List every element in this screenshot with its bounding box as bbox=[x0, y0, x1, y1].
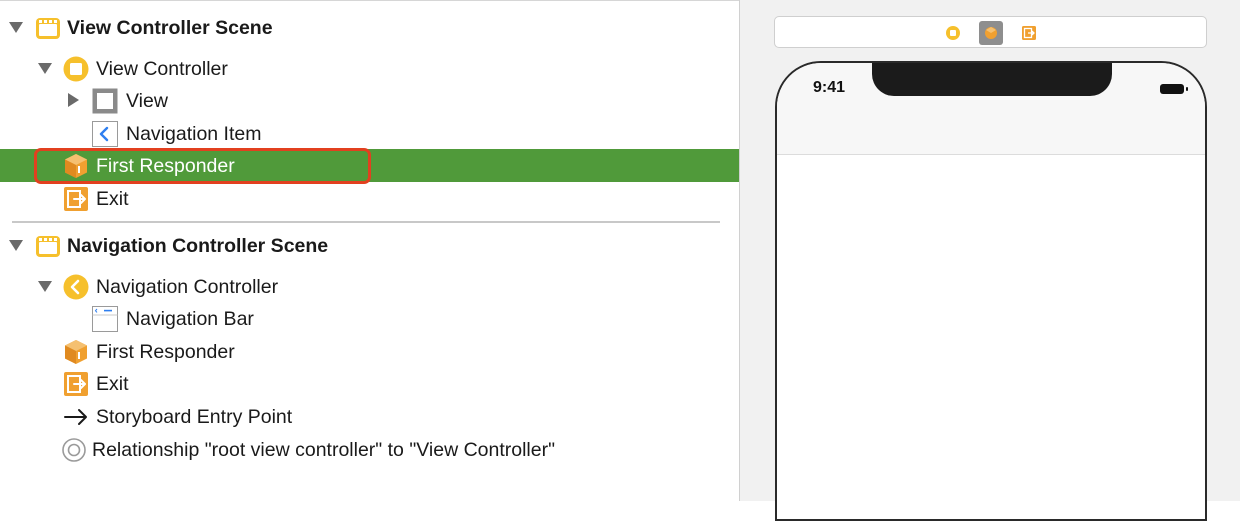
view-icon bbox=[92, 88, 118, 114]
iphone-frame[interactable]: 9:41 bbox=[775, 61, 1207, 521]
exit-icon[interactable] bbox=[1019, 23, 1039, 43]
outline-label: First Responder bbox=[96, 341, 235, 363]
outline-label: Exit bbox=[96, 373, 129, 395]
first-responder-icon bbox=[63, 339, 89, 365]
outline-label: Exit bbox=[96, 188, 129, 210]
relationship-icon bbox=[61, 437, 87, 463]
storyboard-canvas[interactable]: 9:41 bbox=[739, 0, 1240, 521]
outline-row-storyboard-entry-point[interactable]: Storyboard Entry Point bbox=[0, 400, 739, 433]
scene-divider bbox=[12, 221, 720, 223]
outline-row-navigation-bar[interactable]: Navigation Bar bbox=[0, 302, 739, 335]
outline-label: Navigation Bar bbox=[126, 308, 254, 330]
outline-label: Navigation Controller Scene bbox=[67, 235, 329, 257]
outline-row-view-controller[interactable]: View Controller bbox=[0, 52, 739, 85]
exit-icon bbox=[63, 186, 89, 212]
outline-label: View Controller Scene bbox=[67, 17, 273, 39]
battery-icon bbox=[1160, 84, 1188, 94]
document-outline: View Controller Scene View Controller Vi… bbox=[0, 0, 739, 501]
outline-row-view[interactable]: View bbox=[0, 84, 739, 117]
scene-icon bbox=[35, 233, 61, 259]
outline-row-relationship[interactable]: Relationship "root view controller" to "… bbox=[0, 433, 739, 466]
outline-row-navigation-item[interactable]: Navigation Item bbox=[0, 117, 739, 150]
scene-dock-bar[interactable] bbox=[774, 16, 1207, 48]
outline-label: View bbox=[126, 90, 168, 112]
outline-label: Navigation Controller bbox=[96, 276, 279, 298]
navigation-controller-icon bbox=[63, 274, 89, 300]
status-bar-time: 9:41 bbox=[813, 79, 846, 96]
phone-notch bbox=[872, 63, 1112, 96]
outline-label: Relationship "root view controller" to "… bbox=[92, 439, 556, 461]
outline-row-exit-2[interactable]: Exit bbox=[0, 367, 739, 400]
disclosure-down-icon[interactable] bbox=[38, 63, 52, 74]
outline-row-view-controller-scene[interactable]: View Controller Scene bbox=[0, 11, 739, 44]
scene-icon bbox=[35, 15, 61, 41]
outline-row-navigation-controller[interactable]: Navigation Controller bbox=[0, 270, 739, 303]
navigation-bar-icon bbox=[92, 306, 118, 332]
outline-label: Storyboard Entry Point bbox=[96, 406, 293, 428]
first-responder-icon[interactable] bbox=[979, 21, 1003, 45]
outline-row-navigation-controller-scene[interactable]: Navigation Controller Scene bbox=[0, 229, 739, 262]
disclosure-down-icon[interactable] bbox=[9, 240, 23, 251]
disclosure-right-icon[interactable] bbox=[68, 93, 79, 107]
exit-icon bbox=[63, 371, 89, 397]
outline-label: Navigation Item bbox=[126, 123, 262, 145]
selection-highlight-box bbox=[34, 148, 371, 184]
disclosure-down-icon[interactable] bbox=[9, 22, 23, 33]
arrow-right-icon bbox=[63, 404, 89, 430]
view-controller-icon bbox=[63, 56, 89, 82]
disclosure-down-icon[interactable] bbox=[38, 281, 52, 292]
view-controller-icon[interactable] bbox=[943, 23, 963, 43]
outline-row-exit[interactable]: Exit bbox=[0, 182, 739, 215]
navigation-item-icon bbox=[92, 121, 118, 147]
outline-label: View Controller bbox=[96, 58, 228, 80]
outline-row-first-responder[interactable]: First Responder bbox=[0, 335, 739, 368]
